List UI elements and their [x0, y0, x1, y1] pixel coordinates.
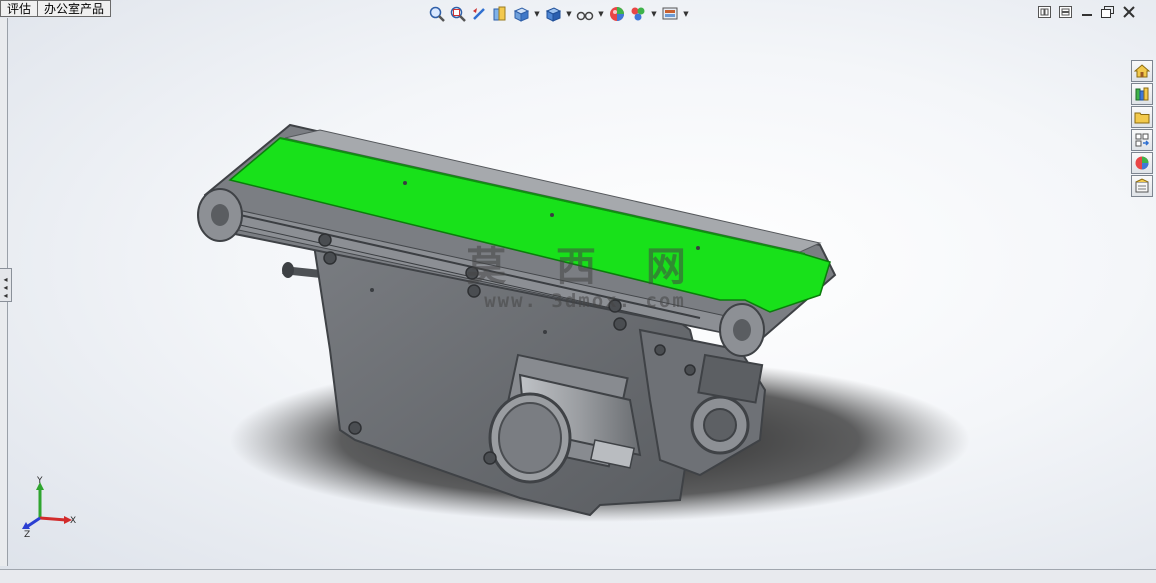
edit-appearance-icon[interactable] [608, 5, 626, 23]
chevron-down-icon[interactable]: ▼ [650, 10, 658, 18]
zoom-to-area-icon[interactable] [449, 5, 467, 23]
view-settings-icon[interactable] [661, 5, 679, 23]
chevron-down-icon[interactable]: ▼ [565, 10, 573, 18]
chevron-down-icon[interactable]: ▼ [597, 10, 605, 18]
section-view-icon[interactable] [491, 5, 509, 23]
heads-up-view-toolbar: ▼ ▼ ▼ ▼ ▼ [428, 3, 690, 25]
watermark: 莫 西 网 www. 3dmox. com [455, 243, 715, 313]
pulley-left [197, 188, 243, 242]
hide-show-items-icon[interactable] [576, 5, 594, 23]
window-controls [1037, 5, 1136, 19]
appearances-icon[interactable] [1131, 152, 1153, 174]
previous-view-icon[interactable] [470, 5, 488, 23]
tab-office-products[interactable]: 办公室产品 [37, 0, 112, 17]
triad-x-label: X [70, 516, 76, 526]
document-tabs: 评估 办公室产品 [0, 0, 112, 18]
view-orientation-icon[interactable] [512, 5, 530, 23]
custom-properties-icon[interactable] [1131, 175, 1153, 197]
watermark-chinese: 莫 西 网 [466, 243, 704, 290]
home-icon[interactable] [1131, 60, 1153, 82]
tab-evaluate[interactable]: 评估 [0, 0, 39, 17]
watermark-url: www. 3dmox. com [484, 290, 686, 312]
display-style-icon[interactable] [544, 5, 562, 23]
close-icon[interactable] [1121, 5, 1136, 19]
restore-icon[interactable] [1100, 5, 1115, 19]
zoom-to-fit-icon[interactable] [428, 5, 446, 23]
graphics-area[interactable]: 莫 西 网 www. 3dmox. com Y X Z [0, 0, 1156, 582]
panel-collapse-handle[interactable]: ◂ ◂ ◂ [0, 268, 12, 302]
status-strip [0, 569, 1156, 583]
chevron-down-icon[interactable]: ▼ [682, 10, 690, 18]
view-palette-icon[interactable] [1131, 129, 1153, 151]
task-pane-tabs [1131, 60, 1155, 197]
chevron-down-icon[interactable]: ▼ [533, 10, 541, 18]
viewport-2-icon[interactable] [1058, 5, 1073, 19]
minimize-icon[interactable] [1079, 5, 1094, 19]
triad-z-label: Z [24, 530, 30, 538]
apply-scene-icon[interactable] [629, 5, 647, 23]
design-library-icon[interactable] [1131, 83, 1153, 105]
triad-y-label: Y [36, 476, 43, 486]
viewport-1-icon[interactable] [1037, 5, 1052, 19]
reference-triad: Y X Z [22, 476, 76, 538]
pulley-right [719, 303, 765, 357]
file-explorer-icon[interactable] [1131, 106, 1153, 128]
